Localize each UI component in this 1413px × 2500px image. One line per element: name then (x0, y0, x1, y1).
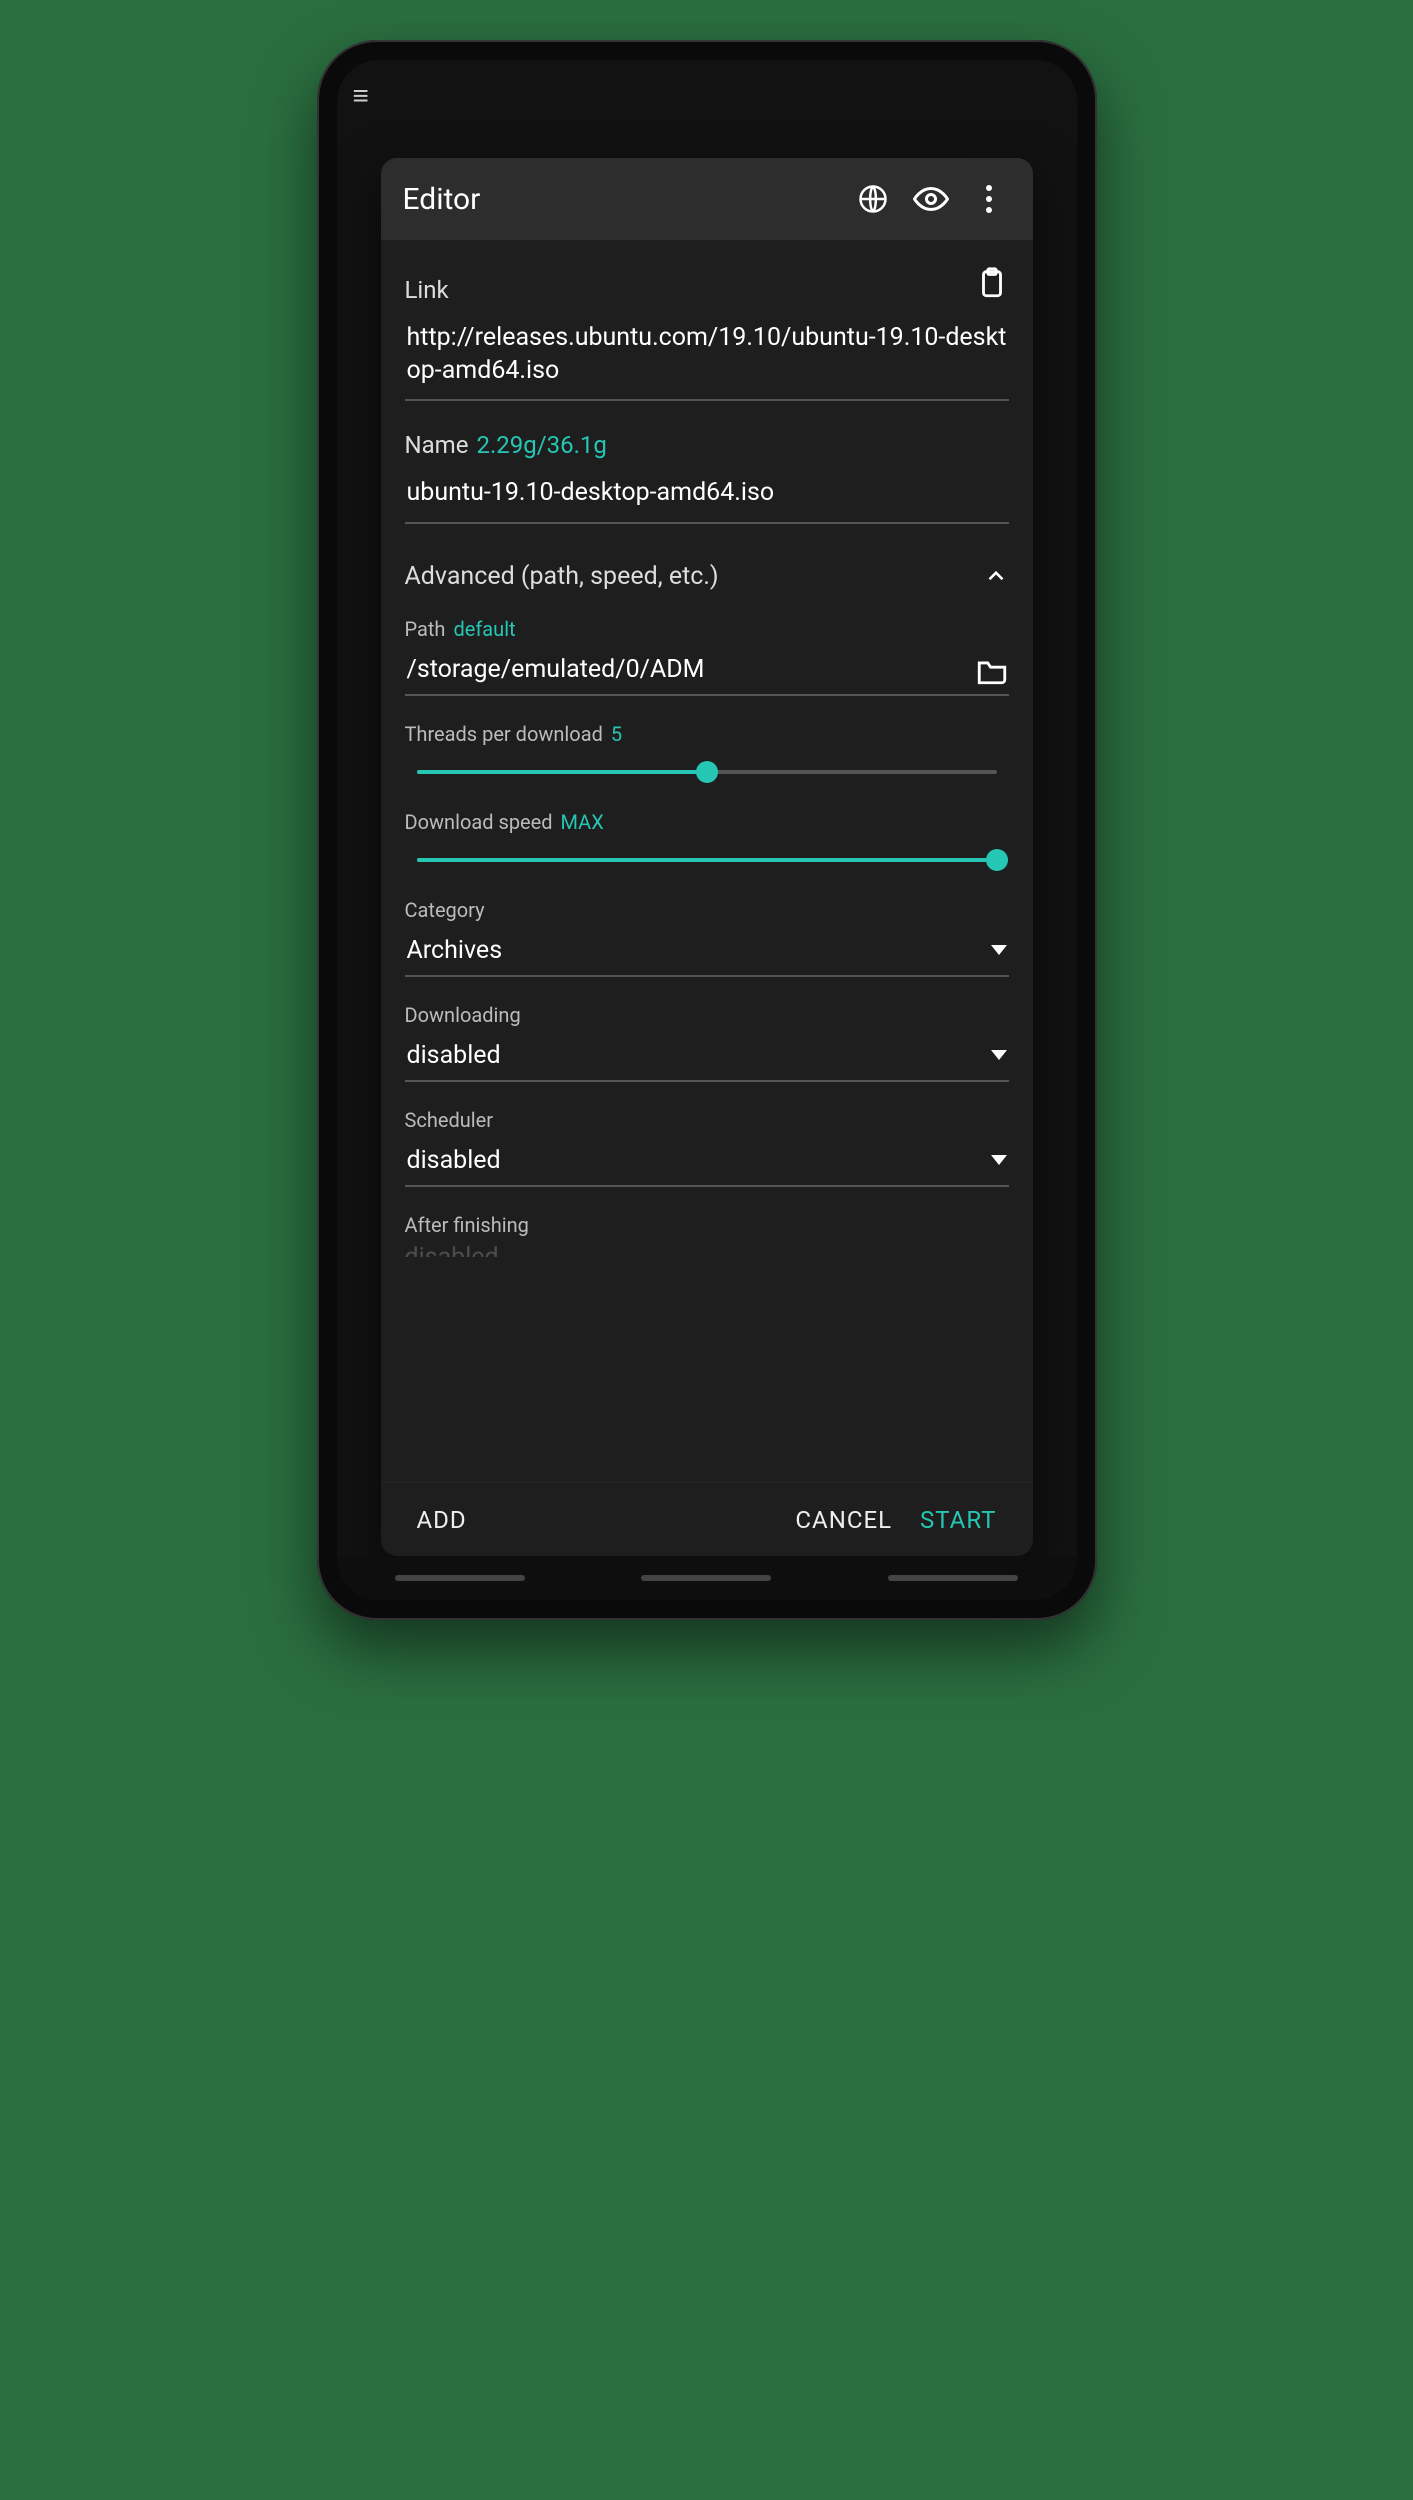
android-nav-bar (337, 1556, 1077, 1600)
category-select[interactable]: Archives (405, 928, 1009, 977)
folder-icon[interactable] (975, 653, 1009, 687)
nav-recent[interactable] (395, 1575, 525, 1581)
path-row[interactable]: /storage/emulated/0/ADM (405, 647, 1009, 696)
category-value: Archives (407, 936, 503, 965)
downloading-value: disabled (407, 1041, 501, 1070)
nav-home[interactable] (641, 1575, 771, 1581)
dialog-footer: ADD CANCEL START (381, 1482, 1033, 1556)
after-finishing-value-partial: disabled (405, 1243, 1009, 1257)
storage-hint: 2.29g/36.1g (476, 431, 606, 459)
threads-slider[interactable] (417, 760, 997, 784)
name-label: Name (405, 431, 469, 459)
speed-slider[interactable] (417, 848, 997, 872)
dropdown-icon (991, 1050, 1007, 1060)
downloading-select[interactable]: disabled (405, 1033, 1009, 1082)
hamburger-icon: ≡ (353, 79, 369, 112)
nav-back[interactable] (888, 1575, 1018, 1581)
threads-value: 5 (611, 722, 622, 746)
clipboard-icon[interactable] (975, 266, 1009, 300)
cancel-button[interactable]: CANCEL (781, 1498, 906, 1542)
path-hint: default (453, 617, 515, 641)
threads-label-row: Threads per download 5 (405, 722, 1009, 746)
dialog-header: Editor (381, 158, 1033, 240)
phone-frame: ≡ Editor Link (317, 40, 1097, 1620)
advanced-label: Advanced (path, speed, etc.) (405, 562, 719, 591)
link-input[interactable]: http://releases.ubuntu.com/19.10/ubuntu-… (405, 312, 1009, 401)
advanced-toggle[interactable]: Advanced (path, speed, etc.) (405, 562, 1009, 591)
screen: ≡ Editor Link (337, 60, 1077, 1600)
category-label: Category (405, 898, 1009, 922)
link-label: Link (405, 276, 449, 304)
threads-label: Threads per download (405, 722, 603, 746)
after-finishing-label: After finishing (405, 1213, 1009, 1237)
start-button[interactable]: START (906, 1498, 1010, 1542)
name-input[interactable]: ubuntu-19.10-desktop-amd64.iso (405, 467, 1009, 524)
speed-value: MAX (561, 810, 604, 834)
editor-dialog: Editor Link http://release (381, 158, 1033, 1556)
scheduler-select[interactable]: disabled (405, 1138, 1009, 1187)
dropdown-icon (991, 945, 1007, 955)
path-label: Path (405, 617, 446, 641)
downloading-label: Downloading (405, 1003, 1009, 1027)
name-label-row: Name 2.29g/36.1g (405, 431, 1009, 459)
path-label-row: Path default (405, 617, 1009, 641)
speed-label-row: Download speed MAX (405, 810, 1009, 834)
scheduler-label: Scheduler (405, 1108, 1009, 1132)
overflow-menu-icon[interactable] (967, 177, 1011, 221)
globe-icon[interactable] (851, 177, 895, 221)
speed-label: Download speed (405, 810, 553, 834)
add-button[interactable]: ADD (403, 1498, 481, 1542)
chevron-up-icon (983, 563, 1009, 589)
path-value: /storage/emulated/0/ADM (405, 647, 975, 694)
eye-icon[interactable] (909, 177, 953, 221)
dialog-title: Editor (403, 182, 837, 217)
dialog-body: Link http://releases.ubuntu.com/19.10/ub… (381, 240, 1033, 1482)
background-app-bar: ≡ (337, 60, 1077, 130)
dropdown-icon (991, 1155, 1007, 1165)
scheduler-value: disabled (407, 1146, 501, 1175)
